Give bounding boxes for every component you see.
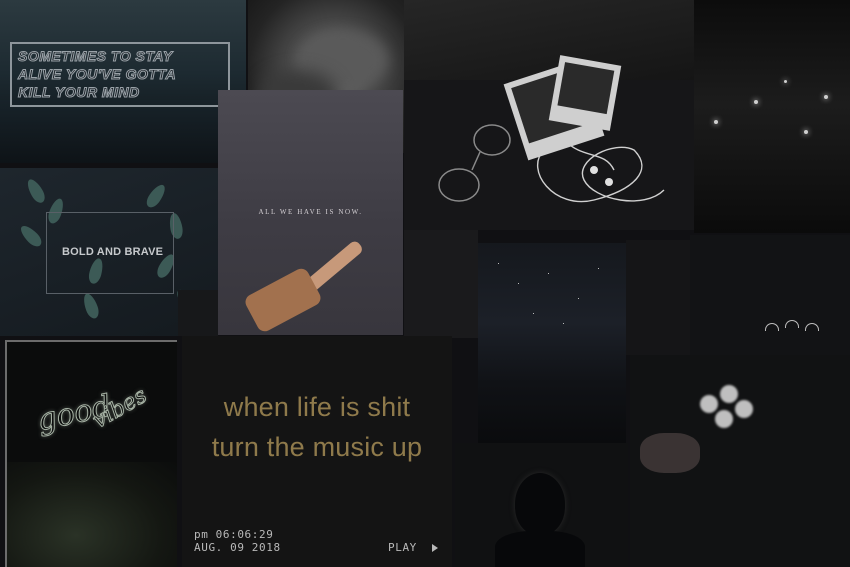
- street-light: [784, 80, 787, 83]
- bold-and-brave-text: BOLD AND BRAVE: [62, 246, 164, 258]
- dark-filler: [626, 240, 690, 355]
- flowers-in-hand-tile: [630, 355, 850, 567]
- head-silhouette: [515, 473, 565, 535]
- all-we-have-is-now-text: ALL WE HAVE IS NOW.: [258, 208, 363, 216]
- aesthetic-collage: SOMETIMES TO STAY ALIVE YOU'VE GOTTA KIL…: [0, 0, 850, 567]
- dark-filler: [404, 230, 478, 338]
- dark-filler: [178, 290, 218, 336]
- sea-quote-line-1: SOMETIMES TO STAY: [18, 48, 173, 65]
- silhouette-head-tile: [455, 443, 628, 567]
- glasses-earphones-drawing: [438, 124, 665, 203]
- sea-quote-line-2: ALIVE YOU'VE GOTTA: [18, 66, 177, 83]
- gauge-icon: [765, 323, 779, 331]
- gauge-icon: [785, 320, 799, 328]
- street-light: [824, 95, 828, 99]
- street-light: [804, 130, 808, 134]
- car-night-tile: [694, 0, 850, 233]
- night-lake-tile: [478, 243, 626, 443]
- street-light: [714, 120, 718, 124]
- dashboard-gauges-tile: [690, 235, 850, 357]
- glasses-polaroid-tile: [404, 0, 694, 230]
- good-vibes-neon-tile: good vibes: [5, 340, 177, 567]
- play-icon: [432, 544, 438, 552]
- vhs-time-text: pm 06:06:29: [194, 528, 274, 541]
- street-light: [754, 100, 758, 104]
- music-quote-tile: when life is shit turn the music up pm 0…: [182, 336, 452, 567]
- vhs-date-text: AUG. 09 2018: [194, 541, 281, 554]
- hand-shape: [640, 433, 700, 473]
- gauge-icon: [805, 323, 819, 331]
- sea-photo-tile: SOMETIMES TO STAY ALIVE YOU'VE GOTTA KIL…: [0, 0, 246, 163]
- reaching-hand-tile: ALL WE HAVE IS NOW.: [218, 90, 403, 335]
- shoulders-silhouette: [495, 531, 585, 567]
- sea-quote-box: SOMETIMES TO STAY ALIVE YOU'VE GOTTA KIL…: [10, 42, 230, 107]
- music-quote-line-1: when life is shit: [223, 392, 411, 422]
- plant-shadow: [7, 462, 177, 567]
- sea-horizon: [0, 100, 246, 163]
- vhs-play-text: PLAY: [388, 541, 417, 554]
- music-quote-line-2: turn the music up: [211, 432, 423, 462]
- sea-quote-line-3: KILL YOUR MIND: [18, 84, 140, 101]
